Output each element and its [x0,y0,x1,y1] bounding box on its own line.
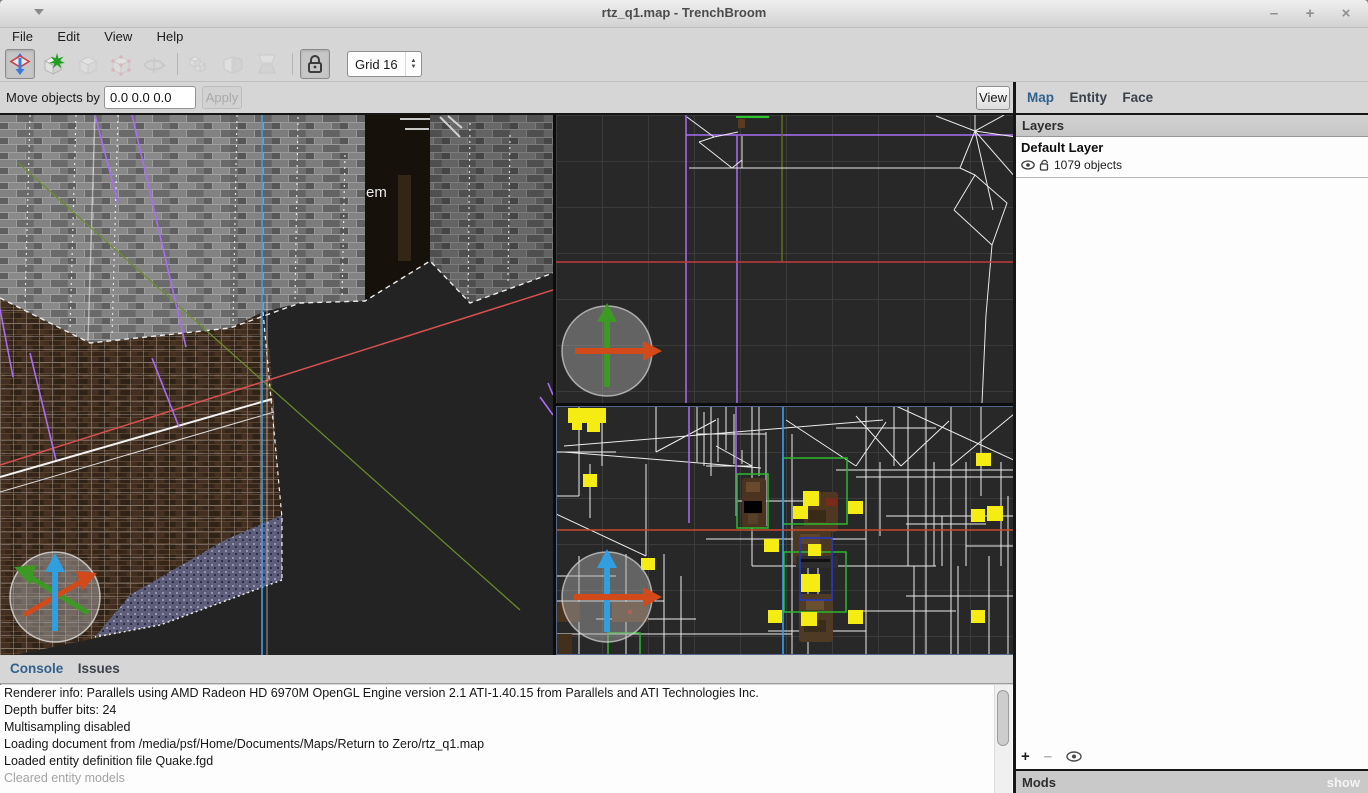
rotate-tool-button[interactable] [139,49,169,79]
window-title: rtz_q1.map - TrenchBroom [0,5,1368,20]
viewport-2d-top-canvas [556,115,1016,403]
vertex-tool-icon [109,52,133,76]
mods-section[interactable]: Mods show [1016,769,1368,793]
console-log[interactable]: Renderer info: Parallels using AMD Radeo… [0,685,1013,793]
console-line: Loaded entity definition file Quake.fgd [0,753,1013,770]
tab-map[interactable]: Map [1027,90,1054,105]
menu-bar: File Edit View Help [0,28,1368,46]
layer-unlock-icon[interactable] [1039,159,1050,171]
layers-header: Layers [1016,115,1368,137]
apply-button[interactable]: Apply [202,86,242,109]
viewport-2d-bottom[interactable] [556,406,1016,655]
toolbar: Grid 16 ▲ ▼ [0,46,1368,82]
flip-vertical-icon [255,52,279,76]
maximize-icon[interactable]: + [1302,4,1318,24]
create-brush-tool-button[interactable] [39,49,69,79]
menu-help[interactable]: Help [149,28,192,45]
minimize-icon[interactable]: – [1266,4,1282,24]
grid-size-spinner[interactable]: ▲ ▼ [405,52,421,76]
move-objects-icon [8,52,32,76]
tab-issues[interactable]: Issues [78,661,120,676]
move-objects-bar: Move objects by Apply View [0,82,1016,115]
spinner-down-icon[interactable]: ▼ [411,64,417,70]
toolbar-separator [177,53,178,75]
grid-size-control[interactable]: Grid 16 ▲ ▼ [347,51,422,77]
console-line: Renderer info: Parallels using AMD Radeo… [0,685,1013,702]
move-objects-label: Move objects by [6,90,100,105]
flip-vertical-tool-button[interactable] [252,49,282,79]
inspector-tab-bar: Map Entity Face [1016,82,1368,115]
mods-show-button[interactable]: show [1327,775,1360,790]
menu-edit[interactable]: Edit [49,28,87,45]
tab-entity[interactable]: Entity [1069,90,1107,105]
create-brush-icon [42,52,66,76]
toolbar-separator [292,53,293,75]
compass-3d [10,552,100,642]
duplicate-icon [187,52,211,76]
menu-view[interactable]: View [96,28,140,45]
tab-console[interactable]: Console [10,661,63,676]
mods-header: Mods [1022,775,1056,790]
viewport-3d[interactable]: em [0,115,553,655]
title-bar[interactable]: rtz_q1.map - TrenchBroom – + × [0,0,1368,28]
console-scrollbar-thumb[interactable] [997,690,1009,746]
rotate-tool-icon [141,52,167,76]
console-line: Depth buffer bits: 24 [0,702,1013,719]
remove-layer-button[interactable]: – [1044,748,1052,765]
vertex-tool-button[interactable] [106,49,136,79]
grid-size-value: Grid 16 [348,57,405,72]
view-button[interactable]: View [976,86,1010,110]
layer-name: Default Layer [1021,140,1103,155]
add-layer-button[interactable]: + [1021,748,1030,765]
trenchbroom-window: rtz_q1.map - TrenchBroom – + × File Edit… [0,0,1368,793]
move-objects-tool-button[interactable] [5,49,35,79]
console-line: Loading document from /media/psf/Home/Do… [0,736,1013,753]
clip-tool-icon [76,52,100,76]
move-objects-input[interactable] [104,86,196,109]
console-line: Multisampling disabled [0,719,1013,736]
viewport-2d-top[interactable] [556,115,1016,403]
close-icon[interactable]: × [1338,4,1354,24]
layers-list: Default Layer 1079 objects + – [1016,137,1368,769]
duplicate-tool-button[interactable] [184,49,214,79]
viewport-3d-canvas: em [0,115,553,655]
menu-file[interactable]: File [4,28,41,45]
wall-decal-text: em [366,184,387,201]
layer-object-count: 1079 objects [1054,158,1122,172]
viewport-2d-bottom-canvas [556,406,1016,655]
flip-horizontal-tool-button[interactable] [218,49,248,79]
layer-visibility-icon[interactable] [1021,160,1035,170]
layer-row-default[interactable]: Default Layer 1079 objects [1016,137,1368,178]
console-tab-bar: Console Issues [0,655,1013,684]
clip-tool-button[interactable] [73,49,103,79]
texture-lock-button[interactable] [300,49,330,79]
console-line: Cleared entity models [0,770,1013,787]
lock-icon [306,54,324,74]
toggle-layer-visibility-button[interactable] [1066,751,1082,762]
flip-horizontal-icon [221,52,245,76]
tab-face[interactable]: Face [1122,90,1153,105]
